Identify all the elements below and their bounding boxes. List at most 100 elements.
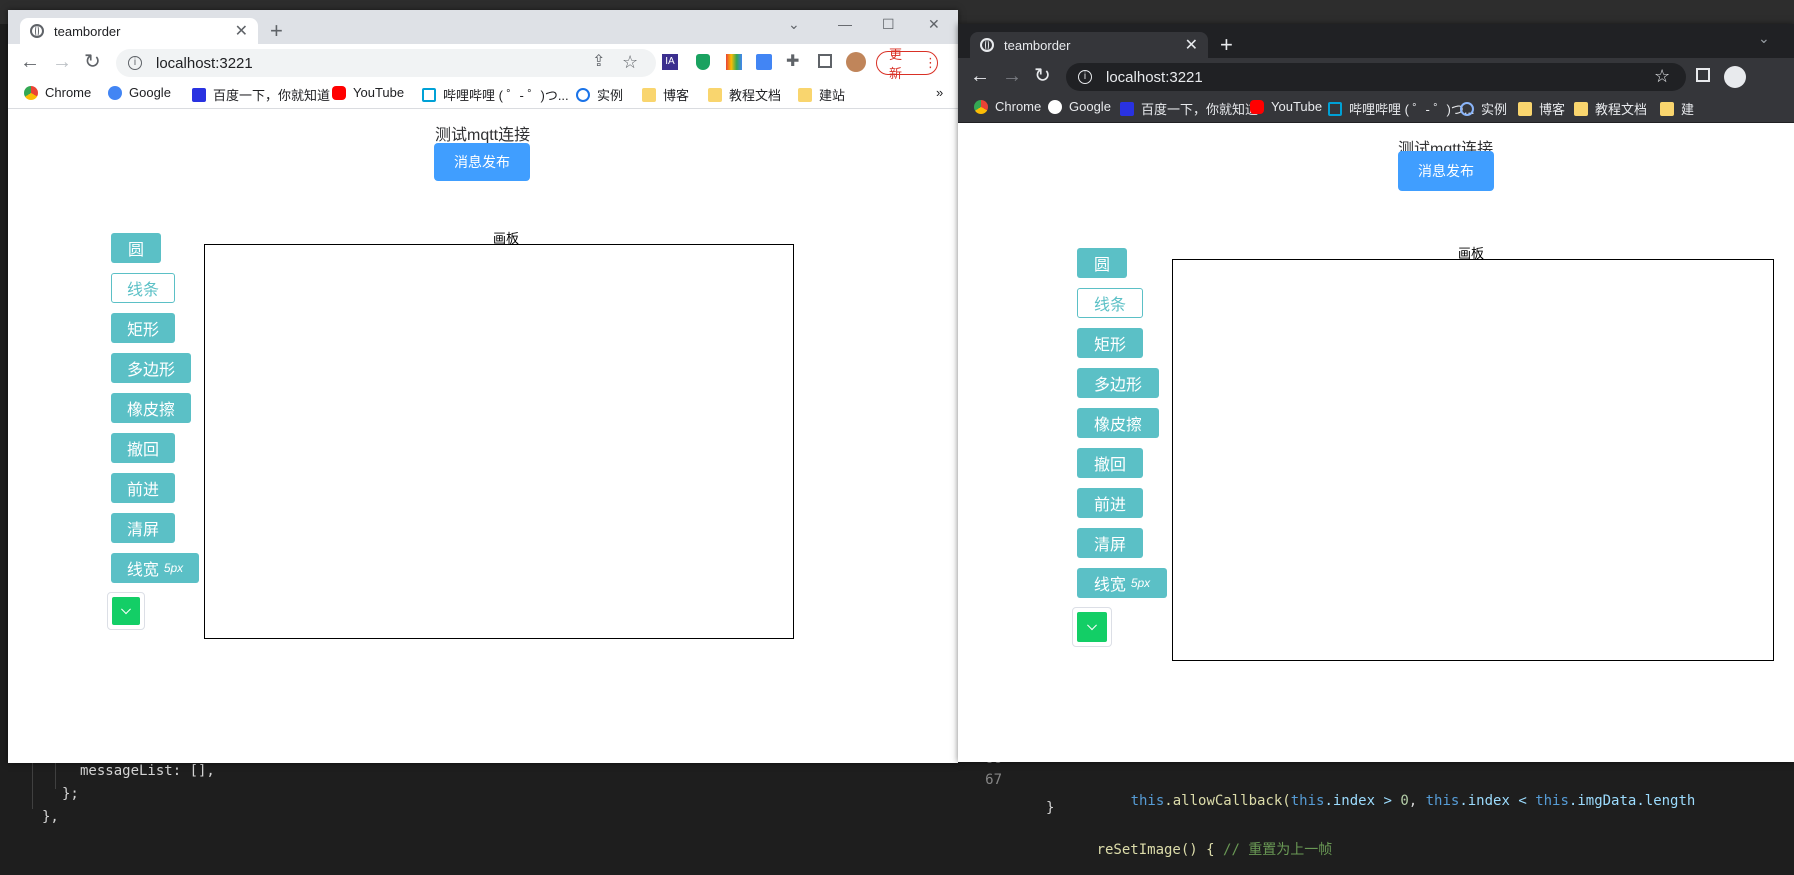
tool-line-button[interactable]: 线条: [111, 273, 175, 303]
reload-icon[interactable]: ↻: [1034, 64, 1051, 88]
baidu-icon: [192, 87, 206, 102]
share-icon[interactable]: ⇪: [592, 50, 605, 74]
forward-icon[interactable]: →: [52, 50, 72, 74]
tool-rectangle-button[interactable]: 矩形: [1077, 328, 1143, 358]
tool-eraser-button[interactable]: 橡皮擦: [111, 393, 191, 423]
bookmark-bilibili[interactable]: 哔哩哔哩 ( ゜- ゜)つ...: [422, 85, 569, 104]
color-picker[interactable]: [1072, 607, 1112, 647]
redo-button[interactable]: 前进: [111, 473, 175, 503]
more-menu-icon: ⋮: [924, 55, 937, 70]
site-info-icon[interactable]: i: [128, 56, 142, 70]
folder-icon: [1574, 101, 1588, 116]
baidu-icon: [1120, 101, 1134, 116]
extensions-puzzle-icon[interactable]: ✚: [786, 50, 799, 74]
clear-screen-button[interactable]: 清屏: [111, 513, 175, 543]
back-icon[interactable]: ←: [20, 50, 40, 74]
folder-icon: [1518, 101, 1532, 116]
code-line: },: [42, 809, 59, 825]
line-width-button[interactable]: 线宽 5px: [111, 553, 199, 583]
bookmark-youtube[interactable]: YouTube: [1250, 99, 1322, 114]
bookmark-youtube[interactable]: YouTube: [332, 85, 404, 100]
extension-color-icon[interactable]: [726, 54, 742, 70]
bookmark-folder-blog[interactable]: 博客: [1518, 99, 1565, 118]
chrome-icon: [24, 85, 38, 100]
drawing-canvas[interactable]: [204, 244, 794, 639]
bookmark-folder-site[interactable]: 建站: [798, 85, 845, 104]
clear-screen-button[interactable]: 清屏: [1077, 528, 1143, 558]
bookmark-baidu[interactable]: 百度一下，你就知道: [1120, 99, 1258, 118]
bookmark-bilibili[interactable]: 哔哩哔哩 ( ゜- ゜)つ...: [1328, 99, 1475, 118]
avatar[interactable]: [846, 52, 866, 72]
tool-circle-button[interactable]: 圆: [111, 233, 161, 263]
extension-ia-icon[interactable]: IA: [662, 54, 678, 70]
back-icon[interactable]: ←: [970, 64, 990, 88]
google-icon: [1048, 99, 1062, 114]
redo-button[interactable]: 前进: [1077, 488, 1143, 518]
code-line-67: reSetImage() { // 重置为上一帧: [1096, 842, 1333, 858]
bookmark-google[interactable]: Google: [108, 85, 171, 100]
cloud-icon: [1460, 101, 1474, 116]
bookmark-star-icon[interactable]: ☆: [622, 50, 638, 74]
reload-icon[interactable]: ↻: [84, 50, 101, 74]
tab-strip: teamborder ✕ + ⌄ — ☐ ✕: [8, 10, 958, 44]
bookmark-baidu[interactable]: 百度一下，你就知道: [192, 85, 330, 104]
page-content: 测试mqtt连接 消息发布 画板 圆 线条 矩形 多边形 橡皮擦 撤回 前进 清…: [8, 109, 958, 763]
bookmark-examples[interactable]: 实例: [576, 85, 623, 104]
update-button[interactable]: 更新 ⋮: [876, 47, 938, 81]
drawing-canvas[interactable]: [1172, 259, 1774, 661]
tool-polygon-button[interactable]: 多边形: [1077, 368, 1159, 398]
bookmarks-overflow-icon[interactable]: »: [936, 85, 943, 100]
undo-button[interactable]: 撤回: [111, 433, 175, 463]
tool-eraser-button[interactable]: 橡皮擦: [1077, 408, 1159, 438]
extension-translate-icon[interactable]: [756, 54, 772, 70]
chevron-down-icon[interactable]: ⌄: [1758, 30, 1770, 47]
bookmarks-bar: Chrome Google 百度一下，你就知道 YouTube 哔哩哔哩 ( ゜…: [8, 80, 958, 109]
editor-left-pane: messageList: [], }; },: [0, 763, 958, 836]
color-picker[interactable]: [107, 592, 145, 630]
chevron-down-icon[interactable]: ⌄: [788, 16, 800, 33]
incognito-avatar[interactable]: [1724, 66, 1746, 88]
close-tab-icon[interactable]: ✕: [235, 21, 248, 41]
page-content: 测试mqtt连接 消息发布 画板 圆 线条 矩形 多边形 橡皮擦 撤回 前进 清…: [958, 123, 1794, 762]
minimize-button[interactable]: —: [838, 16, 852, 32]
code-line: };: [62, 786, 79, 802]
new-tab-button[interactable]: +: [1220, 34, 1233, 56]
tool-rectangle-button[interactable]: 矩形: [111, 313, 175, 343]
close-tab-icon[interactable]: ✕: [1185, 35, 1198, 55]
side-panel-icon[interactable]: [1696, 68, 1710, 82]
publish-message-button[interactable]: 消息发布: [434, 143, 530, 181]
new-tab-button[interactable]: +: [270, 20, 283, 42]
line-width-value: 5px: [163, 561, 184, 575]
chrome-icon: [974, 99, 988, 114]
browser-tab[interactable]: teamborder ✕: [20, 18, 258, 44]
tool-polygon-button[interactable]: 多边形: [111, 353, 191, 383]
tool-circle-button[interactable]: 圆: [1077, 248, 1127, 278]
bookmark-folder-blog[interactable]: 博客: [642, 85, 689, 104]
bookmark-folder-docs[interactable]: 教程文档: [708, 85, 781, 104]
maximize-button[interactable]: ☐: [882, 16, 895, 33]
close-window-button[interactable]: ✕: [928, 16, 940, 33]
address-bar[interactable]: i localhost:3221: [116, 49, 656, 77]
line-width-button[interactable]: 线宽 5px: [1077, 568, 1167, 598]
undo-button[interactable]: 撤回: [1077, 448, 1143, 478]
address-bar[interactable]: i localhost:3221: [1066, 63, 1686, 91]
browser-tab[interactable]: teamborder ✕: [970, 32, 1208, 58]
browser-toolbar: ← → ↻ i localhost:3221 ☆: [958, 58, 1794, 94]
browser-window-dark: teamborder ✕ + ⌄ ← → ↻ i localhost:3221 …: [958, 24, 1794, 762]
line-width-label: 线宽: [126, 562, 159, 579]
bookmark-google[interactable]: Google: [1048, 99, 1111, 114]
bookmark-star-icon[interactable]: ☆: [1654, 64, 1670, 88]
bookmark-chrome[interactable]: Chrome: [974, 99, 1041, 114]
bookmark-examples[interactable]: 实例: [1460, 99, 1507, 118]
bookmark-folder-docs[interactable]: 教程文档: [1574, 99, 1647, 118]
forward-icon[interactable]: →: [1002, 64, 1022, 88]
code-line-66: }: [1046, 800, 1055, 816]
extension-shield-icon[interactable]: [696, 54, 710, 70]
publish-message-button[interactable]: 消息发布: [1398, 151, 1494, 191]
bookmark-folder-site[interactable]: 建: [1660, 99, 1694, 118]
site-info-icon[interactable]: i: [1078, 70, 1092, 84]
tool-line-button[interactable]: 线条: [1077, 288, 1143, 318]
side-panel-icon[interactable]: [818, 54, 832, 68]
bookmark-chrome[interactable]: Chrome: [24, 85, 91, 100]
google-icon: [108, 85, 122, 100]
